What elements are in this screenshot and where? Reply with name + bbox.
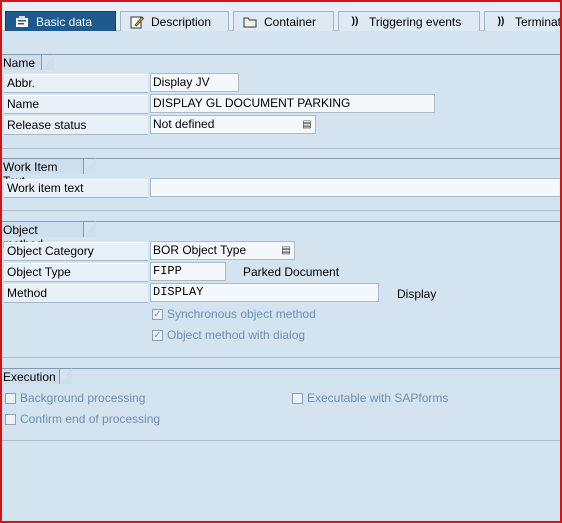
tab-strip: Basic data Description Container )) Trig… bbox=[2, 2, 560, 31]
checkbox-icon bbox=[5, 413, 16, 425]
background-processing-checkbox[interactable]: Background processing bbox=[5, 389, 145, 407]
confirm-end-processing-checkbox[interactable]: Confirm end of processing bbox=[5, 410, 160, 428]
release-status-label: Release status bbox=[4, 116, 148, 135]
tab-triggering-events-label: Triggering events bbox=[369, 14, 462, 29]
abbr-field[interactable]: Display JV bbox=[150, 73, 239, 92]
object-method-dialog-checkbox[interactable]: ✓ Object method with dialog bbox=[152, 326, 305, 344]
tab-basic-data[interactable]: Basic data bbox=[5, 11, 116, 31]
work-item-text-field[interactable] bbox=[150, 178, 560, 197]
dropdown-icon[interactable]: ▤ bbox=[301, 118, 313, 131]
dropdown-icon[interactable]: ▤ bbox=[280, 244, 292, 257]
checkmark-icon: ✓ bbox=[152, 329, 163, 341]
basic-data-icon bbox=[14, 15, 30, 29]
checkmark-icon: ✓ bbox=[152, 308, 163, 320]
method-description: Display bbox=[397, 287, 437, 301]
abbr-label: Abbr. bbox=[4, 74, 148, 93]
executable-sapforms-label: Executable with SAPforms bbox=[307, 391, 449, 405]
tab-terminating-events-label: Terminat bbox=[515, 14, 562, 29]
workflow-task-window: Basic data Description Container )) Trig… bbox=[0, 0, 562, 523]
object-type-field[interactable]: FIPP bbox=[150, 262, 226, 281]
work-item-text-label: Work item text bbox=[4, 179, 148, 198]
tab-container[interactable]: Container bbox=[233, 11, 334, 31]
synchronous-method-label: Synchronous object method bbox=[167, 307, 316, 321]
release-status-dropdown[interactable]: Not defined ▤ bbox=[150, 115, 316, 134]
name-label: Name bbox=[4, 95, 148, 114]
tab-description-label: Description bbox=[151, 14, 212, 29]
object-category-value: BOR Object Type bbox=[153, 243, 247, 257]
object-category-label: Object Category bbox=[4, 242, 148, 261]
tab-triggering-events[interactable]: )) Triggering events bbox=[338, 11, 480, 31]
synchronous-method-checkbox[interactable]: ✓ Synchronous object method bbox=[152, 305, 316, 323]
event-icon: )) bbox=[351, 16, 359, 27]
folder-icon bbox=[242, 15, 258, 29]
work-item-section-title: Work Item Text bbox=[2, 158, 96, 188]
execution-section-title: Execution bbox=[2, 368, 72, 384]
object-type-label: Object Type bbox=[4, 263, 148, 282]
edit-icon bbox=[129, 15, 145, 29]
tab-basic-data-label: Basic data bbox=[36, 14, 93, 29]
checkbox-icon bbox=[5, 392, 16, 404]
object-type-description: Parked Document bbox=[243, 265, 340, 279]
object-method-section-title: Object method bbox=[2, 221, 96, 251]
object-method-dialog-label: Object method with dialog bbox=[167, 328, 306, 342]
confirm-end-processing-label: Confirm end of processing bbox=[20, 412, 161, 426]
tab-container-label: Container bbox=[264, 14, 317, 29]
method-field[interactable]: DISPLAY bbox=[150, 283, 379, 302]
method-label: Method bbox=[4, 284, 148, 303]
event-icon: )) bbox=[497, 16, 505, 27]
background-processing-label: Background processing bbox=[20, 391, 146, 405]
name-section-title: Name bbox=[2, 54, 54, 70]
release-status-value: Not defined bbox=[153, 117, 215, 131]
tab-description[interactable]: Description bbox=[120, 11, 229, 31]
name-field[interactable]: DISPLAY GL DOCUMENT PARKING bbox=[150, 94, 435, 113]
tab-terminating-events[interactable]: )) Terminat bbox=[484, 11, 562, 31]
object-category-dropdown[interactable]: BOR Object Type ▤ bbox=[150, 241, 295, 260]
executable-sapforms-checkbox[interactable]: Executable with SAPforms bbox=[292, 389, 448, 407]
checkbox-icon bbox=[292, 392, 303, 404]
